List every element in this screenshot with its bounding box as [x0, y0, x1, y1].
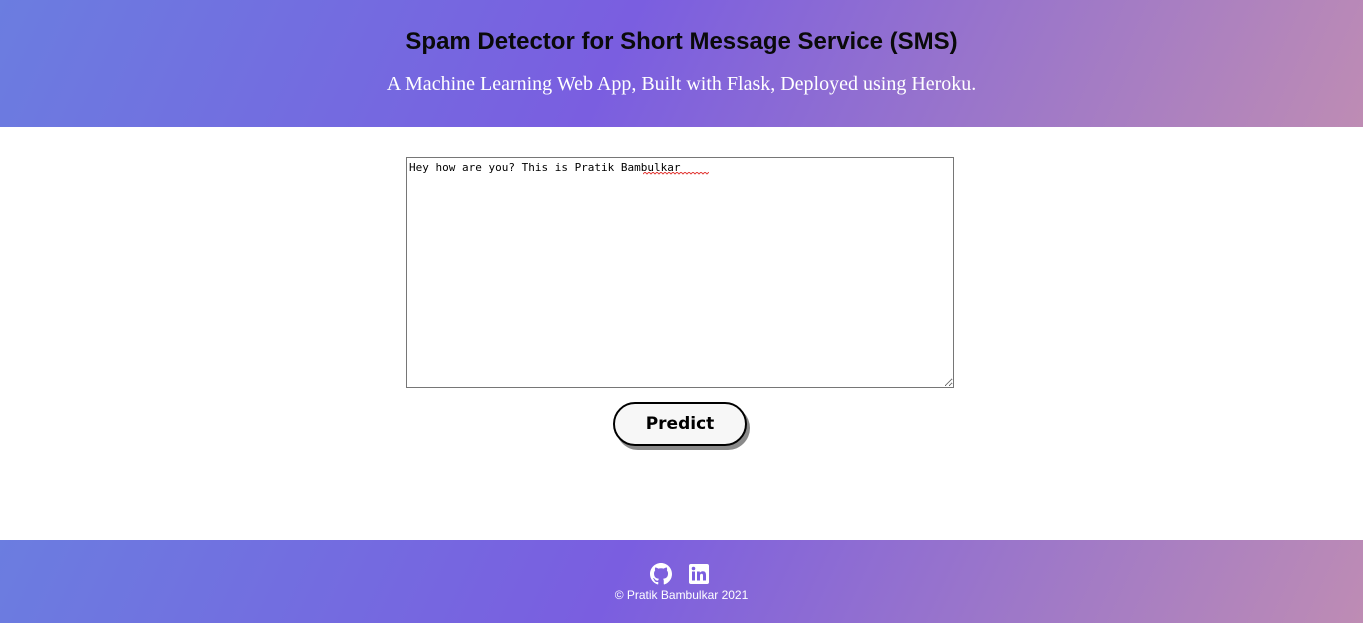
linkedin-icon[interactable]: [689, 564, 711, 586]
github-icon[interactable]: [650, 563, 672, 585]
page-title: Spam Detector for Short Message Service …: [405, 28, 958, 55]
copyright-text: © Pratik Bambulkar 2021: [614, 588, 749, 602]
page-footer: © Pratik Bambulkar 2021: [0, 540, 1363, 623]
message-input[interactable]: Hey how are you? This is Pratik Bambulka…: [406, 157, 954, 388]
page-header: Spam Detector for Short Message Service …: [0, 0, 1363, 127]
page-subtitle: A Machine Learning Web App, Built with F…: [386, 73, 977, 95]
predict-button[interactable]: Predict: [613, 402, 747, 446]
